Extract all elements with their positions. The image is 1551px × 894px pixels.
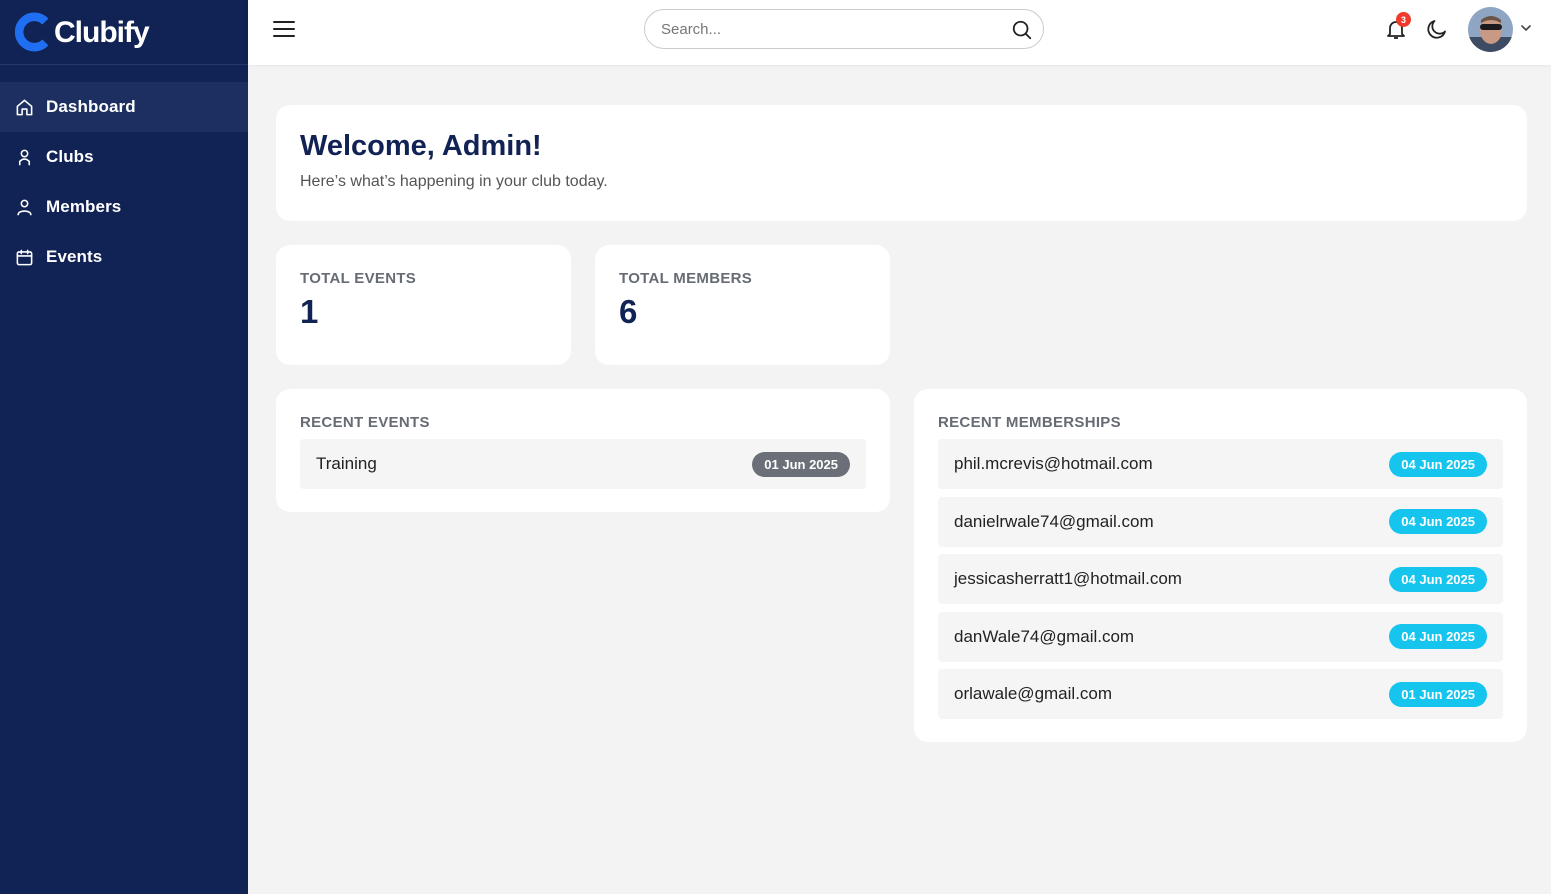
sidebar: Clubify Dashboard Clubs Members Events [0,0,248,894]
sidebar-item-dashboard[interactable]: Dashboard [0,82,248,132]
list-item[interactable]: phil.mcrevis@hotmail.com 04 Jun 2025 [938,439,1503,489]
recent-memberships-list: phil.mcrevis@hotmail.com 04 Jun 2025 dan… [938,439,1503,719]
member-email: orlawale@gmail.com [954,684,1113,703]
stat-value: 1 [300,293,319,330]
search-bar[interactable] [644,9,1044,49]
topbar: 3 [248,0,1551,65]
date-badge: 04 Jun 2025 [1389,509,1487,534]
sidebar-nav: Dashboard Clubs Members Events [0,82,248,282]
home-icon [16,99,33,115]
hamburger-menu-icon[interactable] [273,18,295,40]
date-badge: 04 Jun 2025 [1389,451,1487,477]
recent-events-card: RECENT EVENTS Training 01 Jun 2025 [276,389,890,512]
recent-events-heading: RECENT EVENTS [300,414,430,431]
date-badge: 01 Jun 2025 [1389,681,1487,707]
list-item[interactable]: danWale74@gmail.com 04 Jun 2025 [938,611,1503,662]
search-icon[interactable] [1011,19,1033,41]
total-members-card: TOTAL MEMBERS 6 [595,245,890,365]
sidebar-item-clubs[interactable]: Clubs [0,132,248,182]
clubify-logo-icon [14,12,49,52]
list-item[interactable]: jessicasherratt1@hotmail.com 04 Jun 2025 [938,554,1503,604]
event-title: Training [316,454,377,473]
recent-memberships-heading: RECENT MEMBERSHIPS [938,414,1121,431]
welcome-card: Welcome, Admin! Here’s what’s happening … [276,105,1527,221]
sidebar-item-label: Clubs [46,147,94,166]
sidebar-item-label: Events [46,247,103,266]
stat-value: 6 [619,293,638,330]
sidebar-item-label: Dashboard [46,97,136,116]
date-badge: 01 Jun 2025 [752,451,850,477]
member-email: jessicasherratt1@hotmail.com [954,569,1182,588]
recent-events-list: Training 01 Jun 2025 [300,439,866,489]
list-item[interactable]: Training 01 Jun 2025 [300,439,866,489]
sidebar-item-events[interactable]: Events [0,232,248,282]
brand[interactable]: Clubify [0,0,248,65]
notification-count-badge: 3 [1396,12,1411,27]
chevron-down-icon[interactable] [1520,22,1532,34]
search-input[interactable] [661,20,1001,38]
user-avatar[interactable] [1468,7,1513,52]
member-email: danielrwale74@gmail.com [954,511,1154,531]
date-badge: 04 Jun 2025 [1389,566,1487,592]
list-item[interactable]: orlawale@gmail.com 01 Jun 2025 [938,669,1503,719]
avatar-image [1468,7,1513,52]
user-icon [17,199,32,215]
welcome-subtitle: Here’s what’s happening in your club tod… [300,173,608,190]
sidebar-item-members[interactable]: Members [0,182,248,232]
sidebar-item-label: Members [46,197,122,216]
user-icon [18,149,31,165]
dark-mode-moon-icon[interactable] [1425,17,1449,41]
stat-label: TOTAL MEMBERS [619,270,753,287]
date-badge: 04 Jun 2025 [1389,624,1487,649]
brand-name: Clubify [54,16,150,49]
total-events-card: TOTAL EVENTS 1 [276,245,571,365]
member-email: phil.mcrevis@hotmail.com [954,454,1153,473]
recent-memberships-card: RECENT MEMBERSHIPS phil.mcrevis@hotmail.… [914,389,1527,742]
calendar-icon [16,249,33,265]
stat-label: TOTAL EVENTS [300,270,417,287]
member-email: danWale74@gmail.com [954,626,1135,646]
welcome-title: Welcome, Admin! [300,130,542,162]
list-item[interactable]: danielrwale74@gmail.com 04 Jun 2025 [938,496,1503,547]
